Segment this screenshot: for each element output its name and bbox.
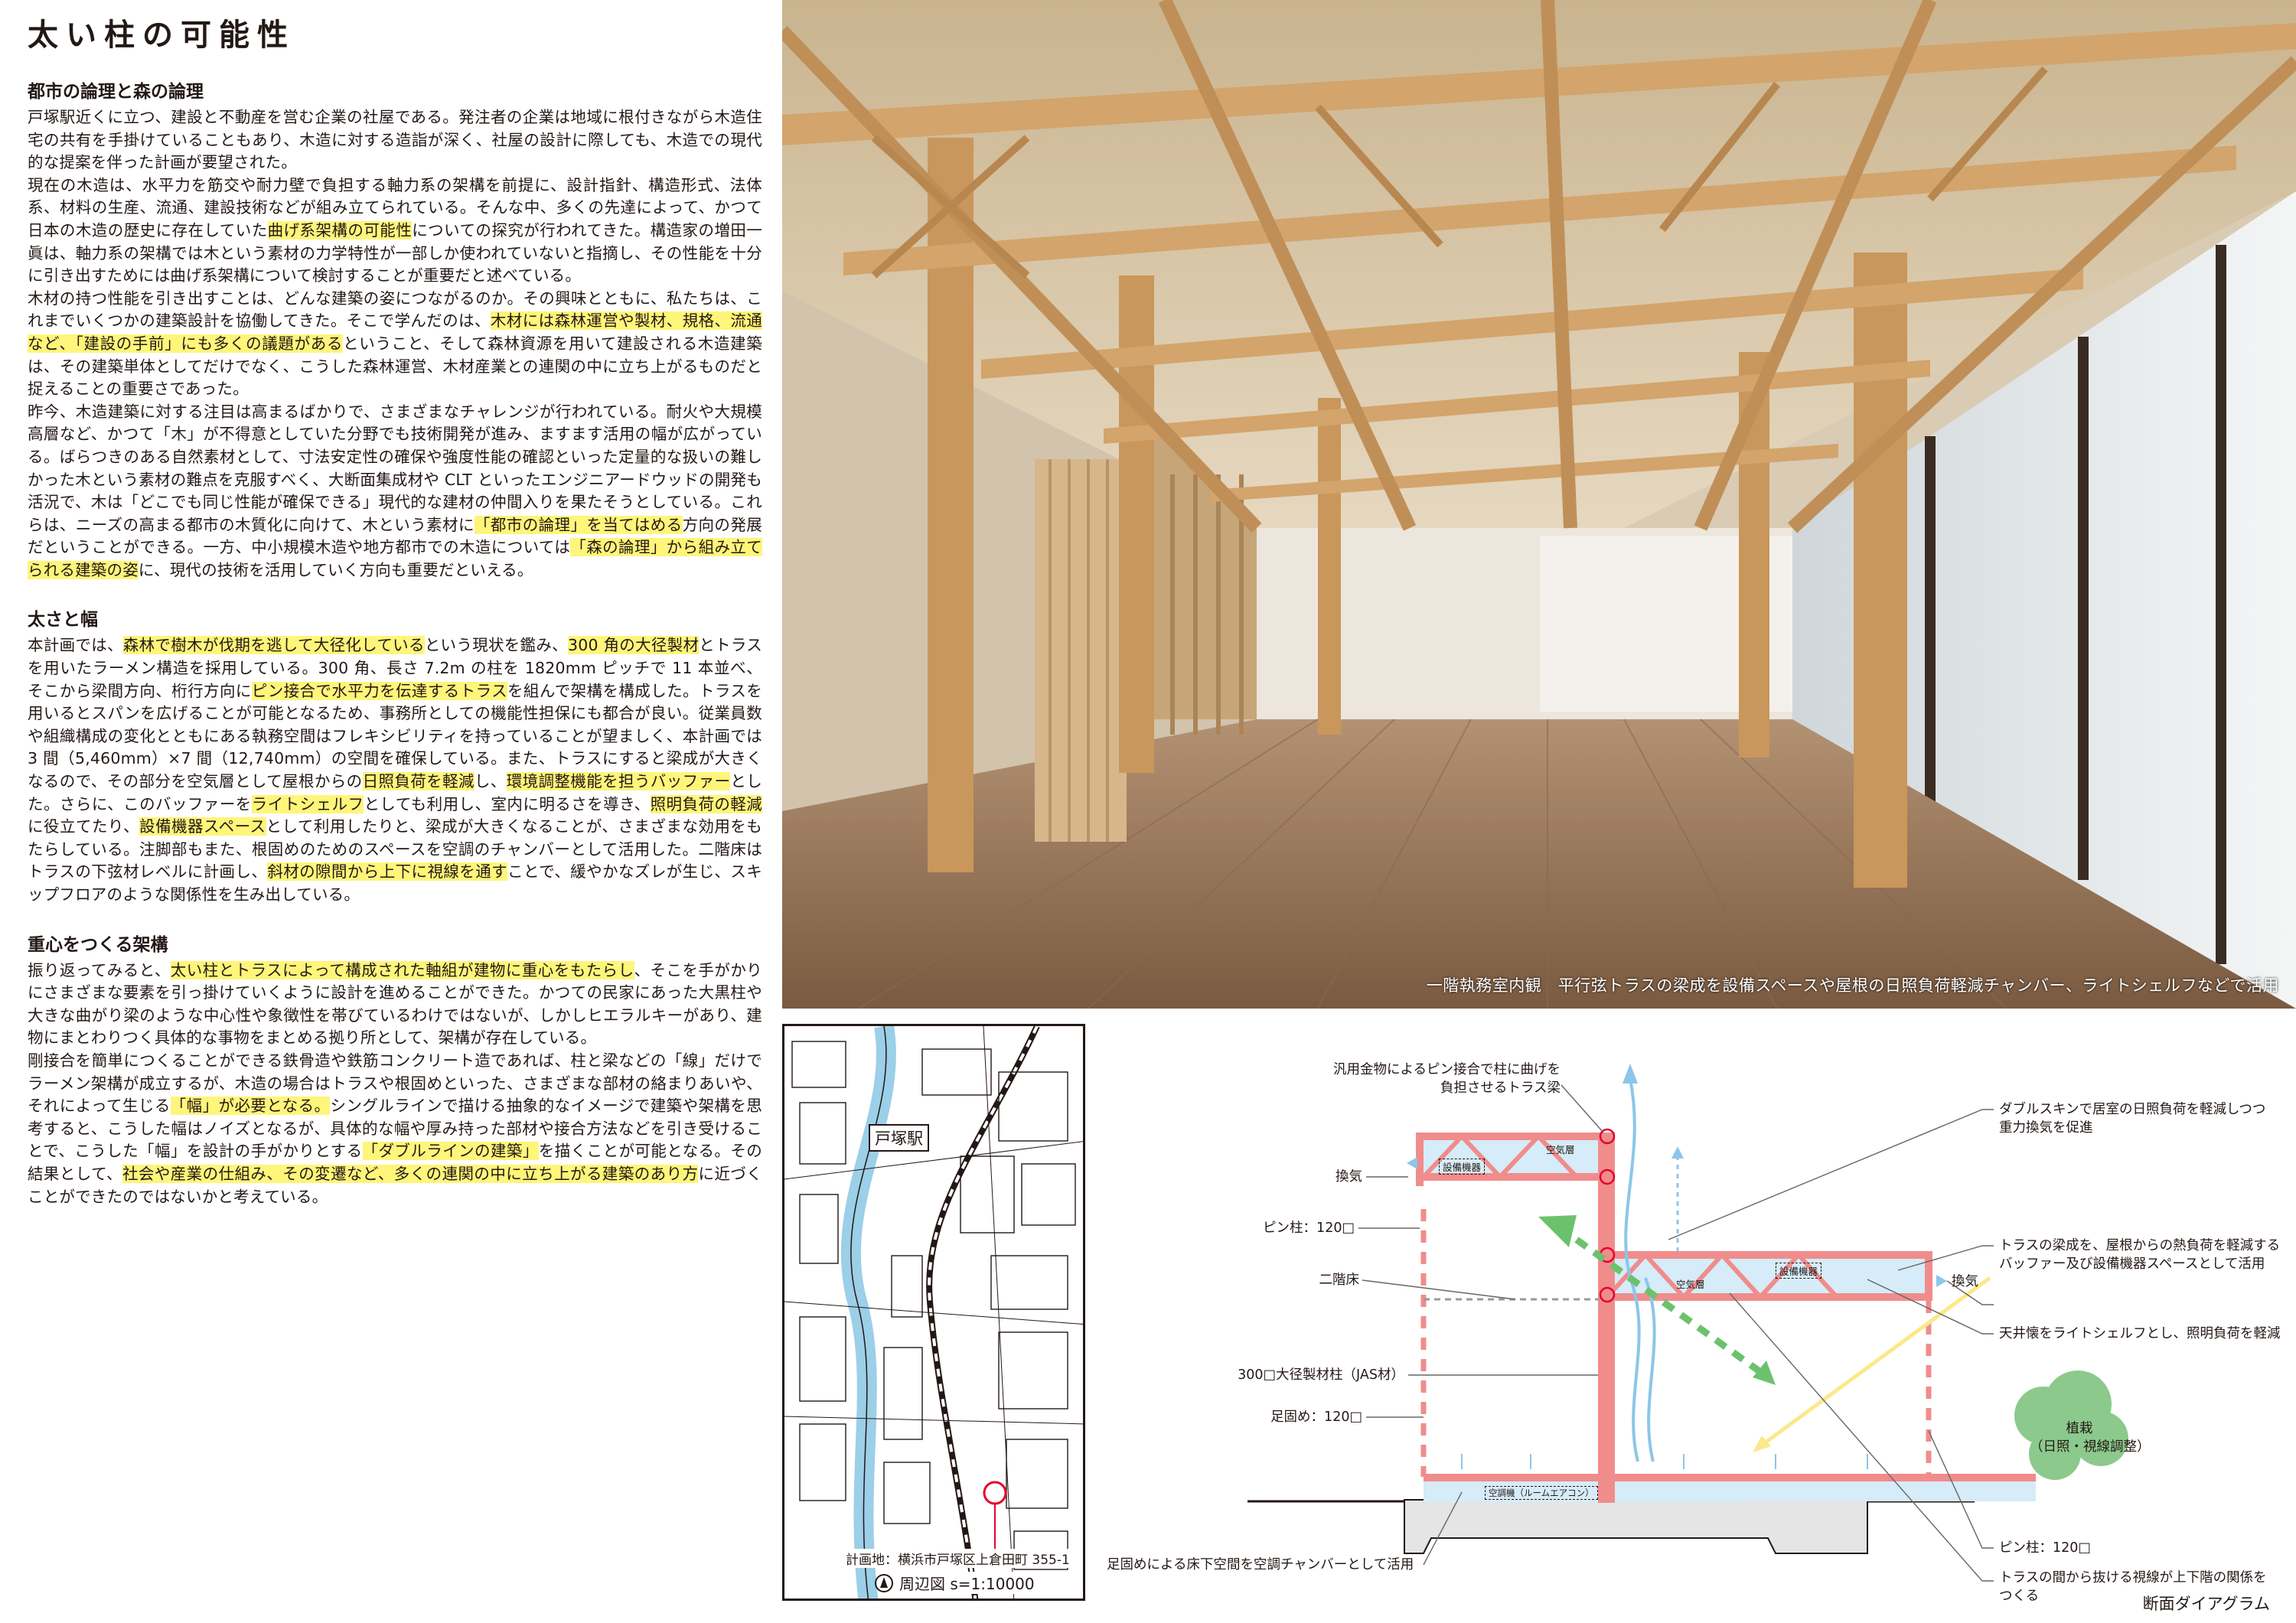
section-heading: 都市の論理と森の論理 (28, 82, 204, 102)
text-run: に、現代の技術を活用していく方向も重要だといえる。 (138, 560, 533, 579)
label-air-layer-upper: 空気層 (1546, 1144, 1575, 1155)
annotation-double-skin: ダブルスキンで居室の日照負荷を軽減しつつ 重力換気を促進 (1999, 1102, 2266, 1136)
annotation-foot-tie: 足固め：120□ (1270, 1410, 1362, 1425)
annotation-second-floor: 二階床 (1319, 1273, 1360, 1288)
site-address: 計画地：横浜市戸塚区上倉田町 355-1 (846, 1549, 1070, 1568)
page-title: 太い柱の可能性 (28, 17, 295, 53)
highlighted-text: 曲げ系架構の可能性 (267, 220, 413, 240)
north-arrow-icon (875, 1574, 893, 1592)
highlighted-text: 社会や産業の仕組み、その変遷など、多くの連関の中に立ち上がる建築のあり方 (122, 1164, 699, 1183)
interior-photo: 一階執務室内観 平行弦トラスの梁成を設備スペースや屋根の日照負荷軽減チャンバー、… (782, 0, 2296, 1009)
body-paragraph: 本計画では、森林で樹木が伐期を逃して大径化しているという現状を鑑み、300 角の… (28, 634, 763, 906)
article-text-column: 太い柱の可能性 都市の論理と森の論理戸塚駅近くに立つ、建設と不動産を営む企業の社… (28, 17, 763, 1208)
annotation-pin-column-bottom: ピン柱：120□ (1999, 1540, 2091, 1556)
text-run: に役立てたり、 (28, 817, 140, 836)
highlighted-text: 太い柱とトラスによって構成された軸組が建物に重心をもたらし (170, 960, 634, 979)
body-paragraph: 現在の木造は、水平力を筋交や耐力壁で負担する軸力系の架構を前提に、設計指針、構造… (28, 174, 762, 288)
text-run: 振り返ってみると、 (28, 960, 171, 979)
interior-photo-illustration (782, 0, 2296, 1009)
annotation-ventilation-right: 換気 (1952, 1274, 1978, 1289)
map-streets (784, 1026, 1083, 1599)
label-equipment-upper: 設備機器 (1439, 1159, 1486, 1175)
label-air-layer-mid: 空気層 (1676, 1279, 1705, 1290)
section-heading: 太さと幅 (28, 610, 98, 631)
highlighted-text: 照明負荷の軽減 (650, 794, 763, 813)
photo-caption: 一階執務室内観 平行弦トラスの梁成を設備スペースや屋根の日照負荷軽減チャンバー、… (1426, 976, 2279, 995)
body-paragraph: 昨今、木造建築に対する注目は高まるばかりで、さまざまなチャレンジが行われている。… (28, 401, 762, 582)
section-diagram: 汎用金物によるピン接合で柱に曲げを 負担させるトラス梁 換気 ピン柱：120□ 二… (1102, 1018, 2296, 1622)
highlighted-text: 「ダブルラインの建築」 (362, 1142, 539, 1161)
highlighted-text: 斜材の隙間から上下に視線を通す (267, 862, 508, 882)
highlighted-text: 森林で樹木が伐期を逃して大径化している (122, 636, 425, 655)
annotation-pin-joint-truss: 汎用金物によるピン接合で柱に曲げを 負担させるトラス梁 (1333, 1062, 1561, 1096)
annotation-large-timber-column: 300□大径製材柱（JAS材） (1238, 1367, 1404, 1383)
annotation-ventilation-left: 換気 (1336, 1169, 1362, 1185)
station-label: 戸塚駅 (869, 1124, 929, 1152)
map-scale-label: 周辺図 s=1:10000 (899, 1572, 1035, 1594)
highlighted-text: 300 角の大径製材 (567, 636, 700, 655)
text-run: 本計画では、 (28, 636, 123, 655)
annotation-planting: 植栽 （日照・視線調整） (2030, 1421, 2151, 1455)
body-paragraph: 木材の持つ性能を引き出すことは、どんな建築の姿につながるのか。その興味とともに、… (28, 288, 762, 401)
text-run: という現状を鑑み、 (424, 636, 568, 655)
body-paragraph: 戸塚駅近くに立つ、建設と不動産を営む企業の社屋である。発注者の企業は地域に根付き… (28, 106, 762, 174)
body-paragraph: 剛接合を簡単につくることができる鉄骨造や鉄筋コンクリート造であれば、柱と梁などの… (28, 1050, 762, 1208)
annotation-pin-column-top: ピン柱：120□ (1263, 1221, 1355, 1236)
text-run: 昨今、木造建築に対する注目は高まるばかりで、さまざまなチャレンジが行われている。… (28, 402, 762, 534)
annotation-underfloor-chamber: 足固めによる床下空間を空調チャンバーとして活用 (1107, 1557, 1414, 1572)
highlighted-text: 環境調整機能を担うバッファー (506, 772, 731, 791)
section-heading: 重心をつくる架構 (28, 934, 168, 955)
highlighted-text: ライトシェルフ (251, 794, 364, 813)
text-run: 戸塚駅近くに立つ、建設と不動産を営む企業の社屋である。発注者の企業は地域に根付き… (28, 108, 762, 172)
text-run: としても利用し、室内に明るさを導き、 (364, 794, 651, 813)
label-air-conditioner: 空調機（ルームエアコン） (1485, 1486, 1598, 1500)
highlighted-text: 「幅」が必要となる。 (170, 1097, 331, 1116)
label-equipment-mid: 設備機器 (1776, 1263, 1822, 1279)
text-run: し、 (474, 772, 507, 791)
body-paragraph: 振り返ってみると、太い柱とトラスによって構成された軸組が建物に重心をもたらし、そ… (28, 960, 762, 1050)
highlighted-text: ピン接合で水平力を伝達するトラス (251, 681, 508, 700)
annotation-truss-buffer: トラスの梁成を、屋根からの熱負荷を軽減する バッファー及び設備機器スペースとして活… (1999, 1238, 2281, 1272)
highlighted-text: 設備機器スペース (139, 817, 266, 836)
highlighted-text: 日照負荷を軽減 (362, 772, 475, 791)
highlighted-text: 「都市の論理」を当てはめる (474, 515, 683, 534)
annotation-light-shelf: 天井懐をライトシェルフとし、照明負荷を軽減 (1999, 1326, 2281, 1341)
diagram-title: 断面ダイアグラム (2142, 1595, 2270, 1613)
article-sections: 都市の論理と森の論理戸塚駅近くに立つ、建設と不動産を営む企業の社屋である。発注者… (28, 80, 763, 1208)
location-map: 戸塚駅 計画地：横浜市戸塚区上倉田町 355-1 周辺図 s=1:10000 (782, 1024, 1085, 1601)
